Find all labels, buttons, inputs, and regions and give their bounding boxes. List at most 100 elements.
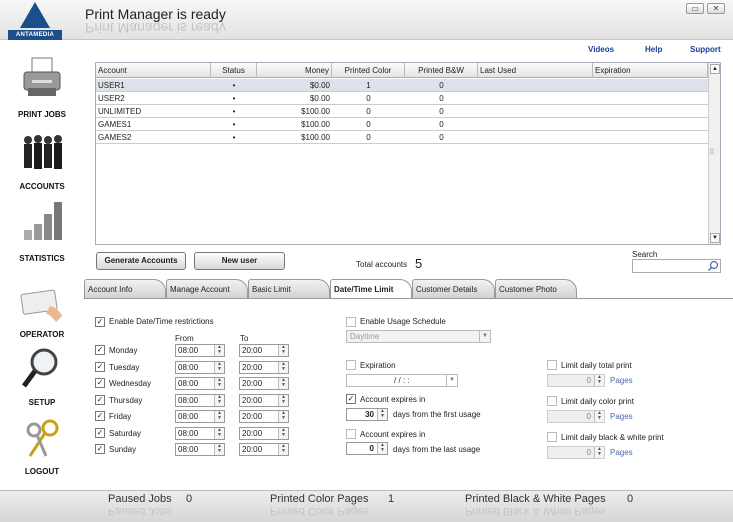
sidebar-item-print-jobs[interactable]: PRINT JOBS (0, 56, 84, 126)
day-checkbox-wednesday[interactable]: ✓ (95, 378, 105, 388)
time-to-stepper[interactable]: 20:00 ▲ ▼ (239, 443, 289, 456)
column-header[interactable]: Last Used (478, 63, 593, 78)
table-header: Account Status Money Printed Color Print… (96, 63, 708, 78)
table-cell-last (478, 105, 593, 118)
table-row[interactable]: GAMES1 • $100.00 0 0 (96, 118, 708, 131)
printed-bw-value: 0 (627, 493, 634, 505)
column-header[interactable]: Status (211, 63, 257, 78)
stepper-arrows-icon[interactable]: ▲ ▼ (214, 378, 224, 389)
stepper-arrows-icon[interactable]: ▲ ▼ (278, 394, 288, 406)
help-link[interactable]: Help (645, 45, 662, 54)
tab-customer-photo[interactable]: Customer Photo (495, 279, 577, 298)
expires-first-stepper[interactable]: 30 ▲ ▼ (346, 408, 388, 421)
column-header[interactable]: Printed Color (332, 63, 405, 78)
stepper-arrows-icon[interactable]: ▲ ▼ (278, 378, 288, 389)
column-header[interactable]: Printed B&W (405, 63, 478, 78)
time-to-stepper[interactable]: 20:00 ▲ ▼ (239, 377, 289, 390)
videos-link[interactable]: Videos (588, 45, 614, 54)
stepper-arrows-icon[interactable]: ▲ ▼ (377, 409, 387, 420)
tab-customer-details[interactable]: Customer Details (412, 279, 495, 298)
time-from-stepper[interactable]: 08:00 ▲ ▼ (175, 360, 225, 374)
stepper-arrows-icon[interactable]: ▲ ▼ (214, 427, 224, 439)
time-to-stepper[interactable]: 20:00 ▲ ▼ (239, 410, 289, 423)
limit-stepper[interactable]: 0 ▲ ▼ (547, 446, 605, 459)
table-row[interactable]: USER1 • $0.00 1 0 (96, 79, 708, 92)
limit-stepper[interactable]: 0 ▲ ▼ (547, 374, 605, 387)
day-checkbox-tuesday[interactable]: ✓ (95, 361, 105, 372)
stepper-arrows-icon[interactable]: ▲ ▼ (278, 411, 288, 422)
day-checkbox-sunday[interactable]: ✓ (95, 444, 105, 454)
minimize-button[interactable]: ▭ (686, 3, 704, 14)
schedule-select[interactable]: Daytime ▼ (346, 330, 491, 343)
table-cell-status: • (232, 107, 236, 116)
day-checkbox-thursday[interactable]: ✓ (95, 394, 105, 405)
time-from-stepper[interactable]: 08:00 ▲ ▼ (175, 393, 225, 407)
tab-manage-account[interactable]: Manage Account (166, 279, 248, 298)
stepper-arrows-icon[interactable]: ▲ ▼ (278, 361, 288, 373)
stepper-arrows-icon[interactable]: ▲ ▼ (214, 361, 224, 373)
limit-stepper[interactable]: 0 ▲ ▼ (547, 410, 605, 423)
time-from-stepper[interactable]: 08:00 ▲ ▼ (175, 377, 225, 390)
column-header[interactable]: Expiration (593, 63, 708, 78)
stepper-arrows-icon[interactable]: ▲ ▼ (594, 375, 604, 386)
scroll-down-icon[interactable]: ▼ (710, 233, 720, 243)
column-header[interactable]: Account (96, 63, 211, 78)
time-from-stepper[interactable]: 08:00 ▲ ▼ (175, 426, 225, 440)
accounts-table[interactable]: Account Status Money Printed Color Print… (95, 62, 721, 245)
enable-usage-schedule-checkbox[interactable] (346, 317, 356, 327)
limit-checkbox[interactable] (547, 432, 557, 442)
table-row[interactable]: USER2 • $0.00 0 0 (96, 92, 708, 105)
time-to-stepper[interactable]: 20:00 ▲ ▼ (239, 360, 289, 374)
expires-last-stepper[interactable]: 0 ▲ ▼ (346, 442, 388, 455)
sidebar-item-setup[interactable]: SETUP (0, 346, 84, 416)
sidebar-item-statistics[interactable]: STATISTICS (0, 200, 84, 270)
enable-datetime-checkbox[interactable]: ✓ (95, 317, 105, 327)
table-row[interactable]: UNLIMITED • $100.00 0 0 (96, 105, 708, 118)
new-user-button[interactable]: New user (194, 252, 285, 270)
expires-last-checkbox[interactable] (346, 429, 356, 439)
scroll-up-icon[interactable]: ▲ (710, 64, 720, 74)
day-checkbox-friday[interactable]: ✓ (95, 411, 105, 421)
stepper-arrows-icon[interactable]: ▲ ▼ (214, 444, 224, 455)
search-icon[interactable] (707, 260, 719, 272)
time-from-stepper[interactable]: 08:00 ▲ ▼ (175, 410, 225, 423)
tab-date-time-limit[interactable]: Date/Time Limit (330, 279, 412, 299)
day-checkbox-monday[interactable]: ✓ (95, 345, 105, 355)
table-row[interactable]: GAMES2 • $100.00 0 0 (96, 131, 708, 144)
limit-checkbox[interactable] (547, 396, 557, 406)
support-link[interactable]: Support (690, 45, 721, 54)
expiration-date-field[interactable]: / / : : ▼ (346, 374, 458, 387)
stepper-arrows-icon[interactable]: ▲ ▼ (278, 427, 288, 439)
vertical-scrollbar[interactable]: ▲ ⁞⁞ ▼ (708, 63, 720, 244)
table-cell-last (478, 92, 593, 105)
tab-basic-limit[interactable]: Basic Limit (248, 279, 330, 298)
day-checkbox-saturday[interactable]: ✓ (95, 427, 105, 438)
stepper-arrows-icon[interactable]: ▲ ▼ (214, 394, 224, 406)
sidebar-item-accounts[interactable]: ACCOUNTS (0, 130, 84, 200)
time-from-stepper[interactable]: 08:00 ▲ ▼ (175, 443, 225, 456)
day-label: Wednesday (109, 379, 152, 388)
table-cell-money: $100.00 (301, 107, 330, 116)
stepper-arrows-icon[interactable]: ▲ ▼ (214, 345, 224, 356)
time-to-stepper[interactable]: 20:00 ▲ ▼ (239, 393, 289, 407)
column-header[interactable]: Money (257, 63, 332, 78)
time-to-stepper[interactable]: 20:00 ▲ ▼ (239, 344, 289, 357)
stepper-arrows-icon[interactable]: ▲ ▼ (377, 443, 387, 454)
expiration-checkbox[interactable] (346, 360, 356, 370)
sidebar-item-logout[interactable]: LOGOUT (0, 418, 84, 488)
stepper-arrows-icon[interactable]: ▲ ▼ (214, 411, 224, 422)
expires-first-checkbox[interactable]: ✓ (346, 394, 356, 404)
time-from-stepper[interactable]: 08:00 ▲ ▼ (175, 344, 225, 357)
time-to-stepper[interactable]: 20:00 ▲ ▼ (239, 426, 289, 440)
tab-account-info[interactable]: Account Info (84, 279, 166, 298)
stepper-arrows-icon[interactable]: ▲ ▼ (278, 345, 288, 356)
status-bar: Paused Jobs 0 Printed Color Pages 1 Prin… (0, 490, 733, 522)
generate-accounts-button[interactable]: Generate Accounts (96, 252, 186, 270)
expires-last-label: Account expires in (360, 430, 426, 439)
stepper-arrows-icon[interactable]: ▲ ▼ (594, 447, 604, 458)
close-button[interactable]: ✕ (707, 3, 725, 14)
stepper-arrows-icon[interactable]: ▲ ▼ (594, 411, 604, 422)
scroll-grip-icon[interactable]: ⁞⁞ (710, 149, 714, 156)
stepper-arrows-icon[interactable]: ▲ ▼ (278, 444, 288, 455)
limit-checkbox[interactable] (547, 360, 557, 370)
